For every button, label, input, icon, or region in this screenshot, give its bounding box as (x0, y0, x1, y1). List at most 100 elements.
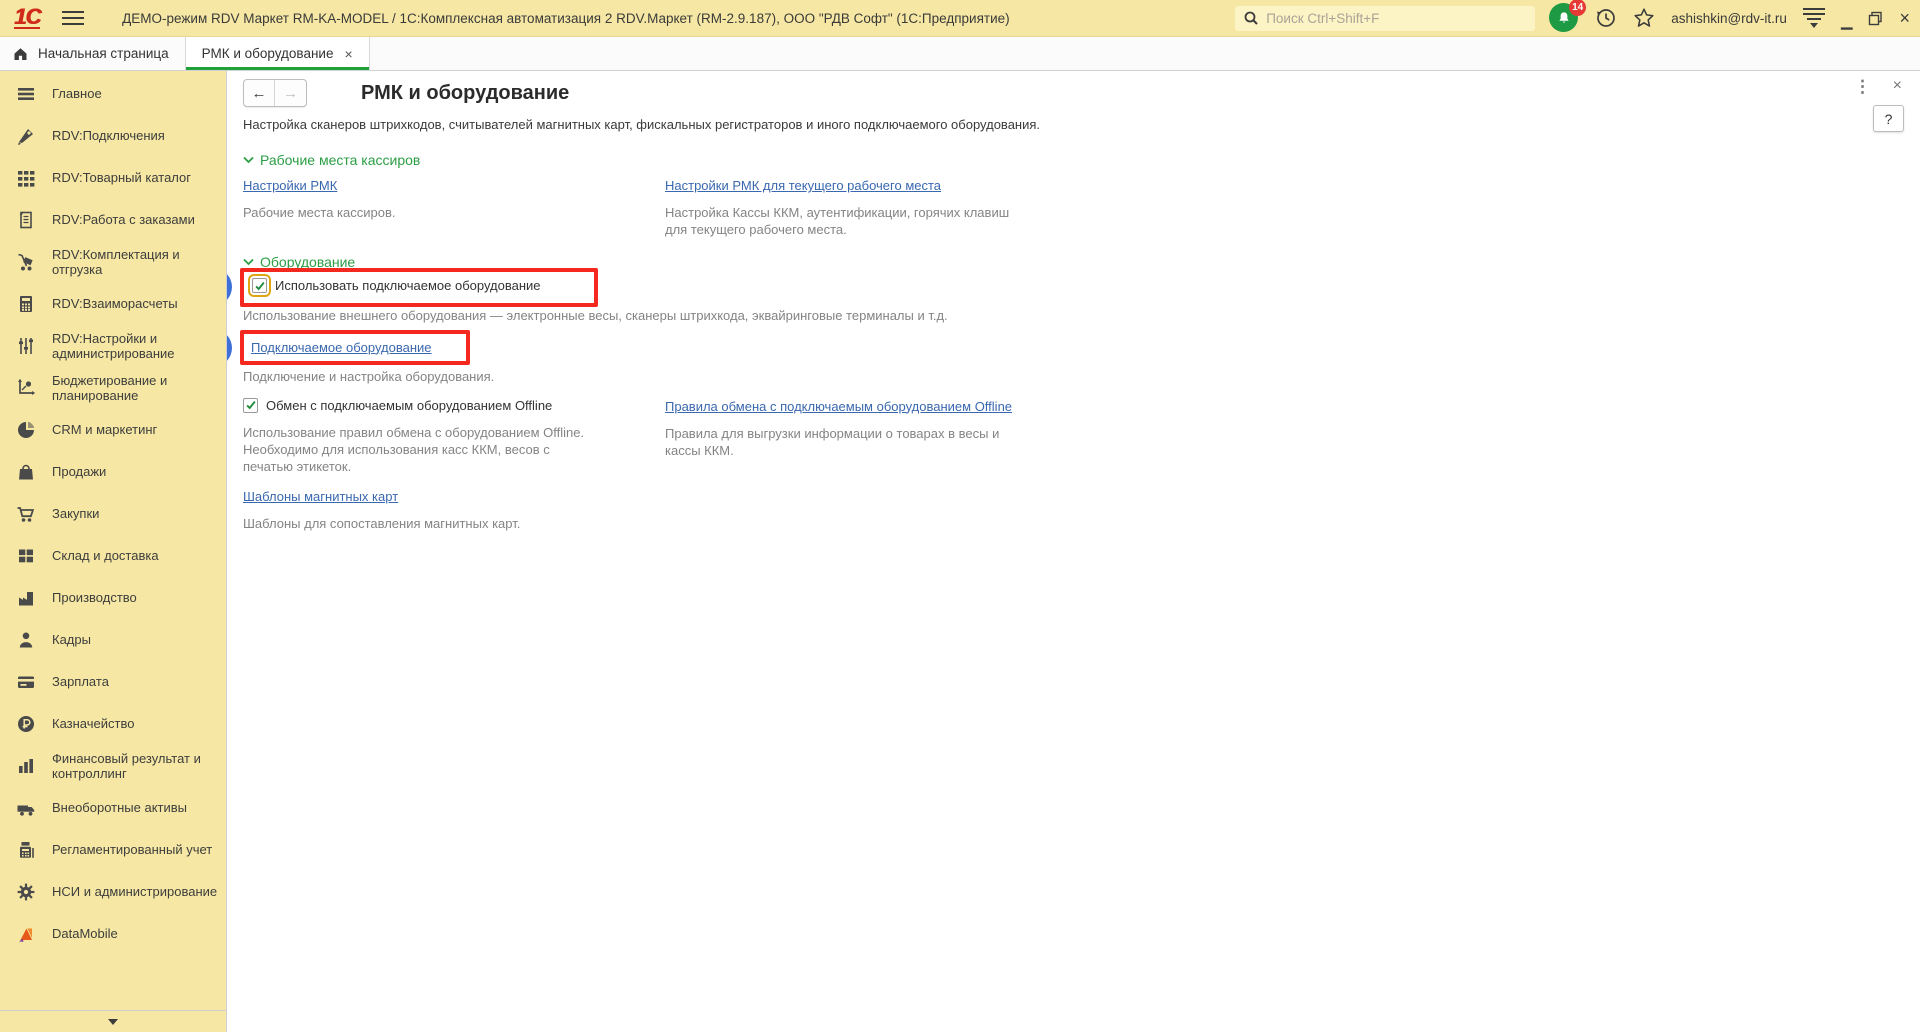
sidebar-item-label: RDV:Товарный каталог (52, 170, 192, 186)
sidebar-item-label: Продажи (52, 464, 107, 480)
sidebar-item-label: Финансовый результат и контроллинг (52, 750, 201, 782)
section-equipment[interactable]: Оборудование (243, 254, 1920, 270)
sidebar-item-label: RDV:Настройки и администрирование (52, 330, 175, 362)
form-close-icon[interactable]: × (1893, 77, 1902, 95)
checkbox-checked-icon[interactable] (243, 397, 258, 413)
sidebar-item-label: DataMobile (52, 926, 118, 942)
sidebar-item[interactable]: Казначейство (0, 703, 226, 745)
back-button[interactable]: ← (244, 80, 275, 106)
magnetic-card-templates-link[interactable]: Шаблоны магнитных карт (243, 489, 398, 504)
section-cashier-workplaces[interactable]: Рабочие места кассиров (243, 152, 1920, 168)
content-area: ⋮ × ? ← → РМК и оборудование Настройка с… (227, 71, 1920, 1032)
rmk-current-workplace-desc: Настройка Кассы ККМ, аутентификации, гор… (665, 205, 1010, 237)
factory-icon (0, 588, 52, 608)
offline-exchange-label: Обмен с подключаемым оборудованием Offli… (266, 397, 553, 413)
sidebar-item[interactable]: Производство (0, 577, 226, 619)
sidebar-item[interactable]: Продажи (0, 451, 226, 493)
sidebar-item[interactable]: DataMobile (0, 913, 226, 955)
pie-chart-icon (0, 420, 52, 440)
help-button[interactable]: ? (1873, 105, 1904, 132)
sidebar-item[interactable]: CRM и маркетинг (0, 409, 226, 451)
connected-equipment-desc: Подключение и настройка оборудования. (243, 368, 495, 384)
tab-rmk-label: РМК и оборудование (201, 46, 334, 61)
sidebar-scroll-down[interactable] (0, 1010, 226, 1032)
warehouse-icon (0, 546, 52, 566)
sidebar-item[interactable]: RDV:Взаиморасчеты (0, 283, 226, 325)
favorites-star-icon[interactable] (1633, 7, 1655, 29)
offline-rules-link[interactable]: Правила обмена с подключаемым оборудован… (665, 399, 1012, 414)
use-equipment-checkbox[interactable]: Использовать подключаемое оборудование (248, 274, 541, 297)
sidebar-item[interactable]: НСИ и администрирование (0, 871, 226, 913)
sidebar-item[interactable]: Кадры (0, 619, 226, 661)
sidebar-item-label: Главное (52, 86, 102, 102)
sidebar-item[interactable]: Регламентированный учет (0, 829, 226, 871)
global-search[interactable] (1235, 5, 1536, 31)
tab-rmk-equipment[interactable]: РМК и оборудование × (184, 37, 370, 70)
catalog-grid-icon (0, 168, 52, 188)
sidebar-item[interactable]: Закупки (0, 493, 226, 535)
bag-icon (0, 462, 52, 482)
minimize-button[interactable]: ▁ (1841, 14, 1853, 29)
section-title: Рабочие места кассиров (260, 152, 421, 168)
calculator-icon (0, 294, 52, 314)
orders-doc-icon (0, 210, 52, 230)
sidebar-item-label: RDV:Работа с заказами (52, 212, 195, 228)
app-title: ДЕМО-режим RDV Маркет RM-KA-MODEL / 1С:К… (122, 10, 1010, 26)
user-email[interactable]: ashishkin@rdv-it.ru (1671, 11, 1787, 26)
sidebar-item[interactable]: Склад и доставка (0, 535, 226, 577)
bar-chart-icon (0, 756, 52, 776)
titlebar: 1С ДЕМО-режим RDV Маркет RM-KA-MODEL / 1… (0, 0, 1920, 37)
sidebar-item[interactable]: Главное (0, 73, 226, 115)
sidebar-item-label: Регламентированный учет (52, 842, 213, 858)
sidebar-item[interactable]: Бюджетирование и планирование (0, 367, 226, 409)
notification-badge: 14 (1569, 0, 1587, 16)
tab-close-icon[interactable]: × (344, 46, 352, 62)
tab-home[interactable]: Начальная страница (0, 37, 185, 70)
sidebar-item[interactable]: Финансовый результат и контроллинг (0, 745, 226, 787)
forward-button[interactable]: → (275, 80, 306, 106)
notifications-button[interactable]: 14 (1549, 0, 1587, 33)
cart-icon (0, 504, 52, 524)
sidebar-item-label: Кадры (52, 632, 91, 648)
sidebar-item-label: CRM и маркетинг (52, 422, 158, 438)
magnetic-card-templates-desc: Шаблоны для сопоставления магнитных карт… (243, 516, 521, 531)
sidebar-item-label: Производство (52, 590, 137, 606)
sidebar-item[interactable]: RDV:Подключения (0, 115, 226, 157)
1c-logo-icon: 1С (14, 4, 41, 29)
sidebar-item[interactable]: Зарплата (0, 661, 226, 703)
rocket-icon (0, 126, 52, 146)
offline-exchange-desc: Использование правил обмена с оборудован… (243, 425, 585, 474)
use-equipment-desc: Использование внешнего оборудования — эл… (243, 307, 948, 323)
menu-icon (0, 84, 52, 104)
sidebar-items: Главное RDV:Подключения RDV:Товарный катал… (0, 71, 226, 1010)
shipping-trolley-icon (0, 252, 52, 272)
rmk-current-workplace-link[interactable]: Настройки РМК для текущего рабочего мест… (665, 178, 941, 193)
sidebar: Главное RDV:Подключения RDV:Товарный катал… (0, 71, 227, 1032)
more-menu-icon[interactable]: ⋮ (1854, 77, 1871, 97)
connected-equipment-link[interactable]: Подключаемое оборудование (251, 340, 432, 355)
sidebar-item-label: RDV:Комплектация и отгрузка (52, 246, 180, 278)
sidebar-item-label: Бюджетирование и планирование (52, 372, 168, 404)
page-title: РМК и оборудование (361, 81, 570, 104)
sidebar-item[interactable]: RDV:Настройки и администрирование (0, 325, 226, 367)
sidebar-item[interactable]: Внеоборотные активы (0, 787, 226, 829)
search-input[interactable] (1266, 10, 1528, 26)
offline-exchange-checkbox[interactable]: Обмен с подключаемым оборудованием Offli… (243, 397, 553, 413)
sidebar-item[interactable]: RDV:Комплектация и отгрузка (0, 241, 226, 283)
sidebar-item-label: Внеоборотные активы (52, 800, 188, 816)
cash-register-icon (0, 840, 52, 860)
close-window-button[interactable]: × (1899, 9, 1910, 27)
rmk-settings-link[interactable]: Настройки РМК (243, 178, 337, 193)
sidebar-item[interactable]: RDV:Товарный каталог (0, 157, 226, 199)
sidebar-item[interactable]: RDV:Работа с заказами (0, 199, 226, 241)
history-icon[interactable] (1595, 7, 1617, 29)
card-icon (0, 672, 52, 692)
chevron-down-icon (108, 1018, 118, 1025)
restore-window-icon[interactable] (1868, 11, 1883, 26)
sidebar-item-label: RDV:Взаиморасчеты (52, 296, 178, 312)
tab-bar: Начальная страница РМК и оборудование × (0, 37, 1920, 71)
window-menu-icon[interactable] (1802, 8, 1825, 28)
checkbox-checked-icon[interactable] (248, 274, 271, 297)
gear-icon (0, 882, 52, 902)
main-menu-icon[interactable] (62, 11, 85, 25)
